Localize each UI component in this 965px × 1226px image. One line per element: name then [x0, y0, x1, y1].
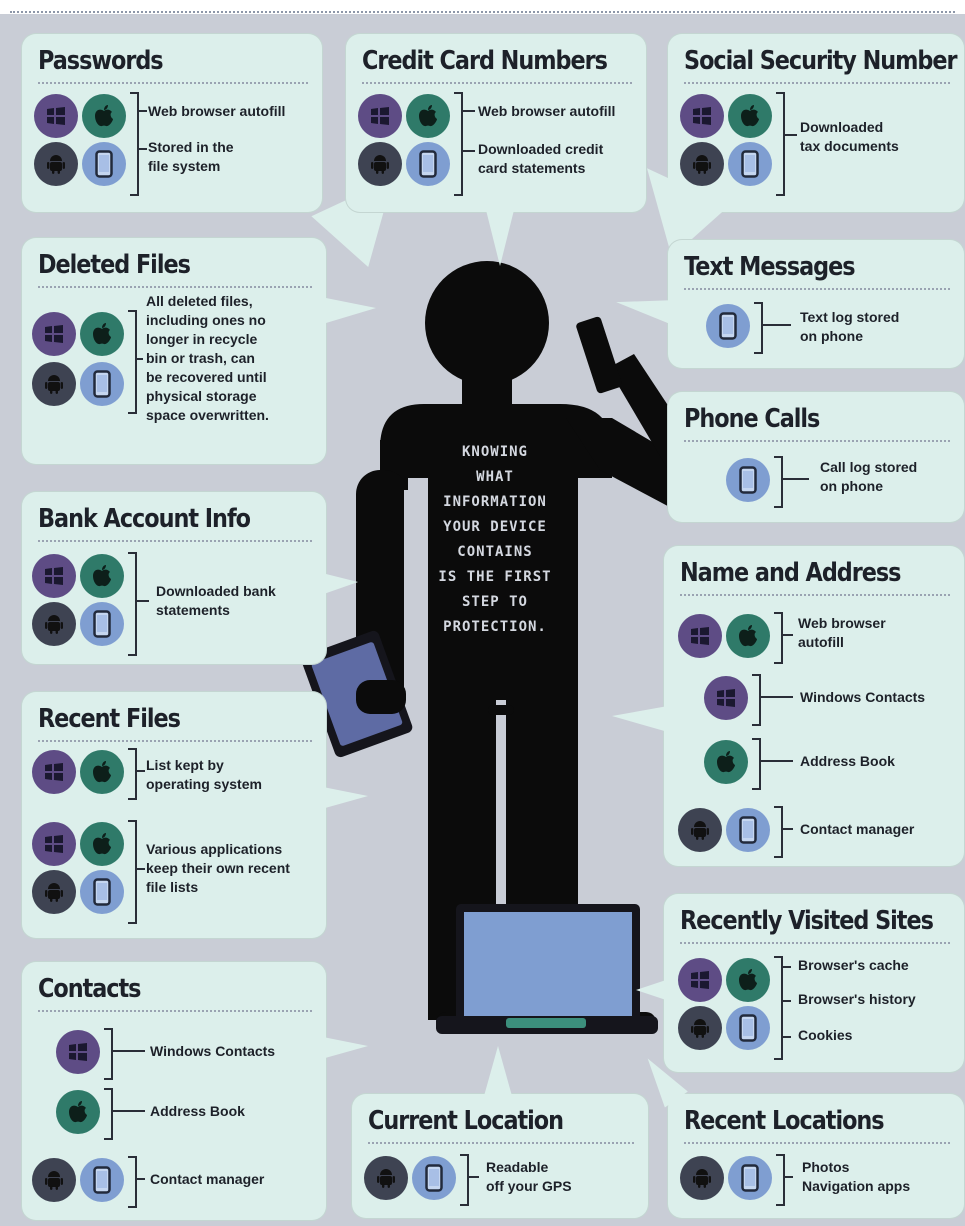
ios-phone-icon — [82, 142, 126, 186]
recent-sites-item: Cookies — [798, 1027, 853, 1043]
recent-sites-item: Browser's cache — [798, 957, 909, 973]
recent-sites-bubble: Recently Visited Sites Browser's cache B… — [636, 894, 964, 1072]
text-messages-bubble: Text Messages Text log stored on phone — [614, 240, 964, 368]
credit-card-item: Downloaded credit card statements — [478, 141, 604, 176]
windows-icon — [56, 1030, 100, 1074]
ios-phone-icon — [728, 142, 772, 186]
phone-calls-bubble: Phone Calls Call log stored on phone — [668, 392, 964, 522]
windows-icon — [32, 750, 76, 794]
ios-phone-icon — [80, 870, 124, 914]
windows-icon — [678, 614, 722, 658]
android-icon — [680, 142, 724, 186]
android-icon — [32, 870, 76, 914]
apple-icon — [80, 750, 124, 794]
deleted-files-bubble: Deleted Files All deleted files, includi… — [22, 238, 376, 464]
contacts-bubble: Contacts Windows Contacts Address Book C… — [22, 962, 368, 1220]
apple-icon — [80, 312, 124, 356]
android-icon — [32, 602, 76, 646]
apple-icon — [82, 94, 126, 138]
ios-phone-icon — [80, 602, 124, 646]
recent-files-title: Recent Files — [38, 704, 181, 734]
recent-files-item: Various applications keep their own rece… — [146, 841, 290, 895]
recent-locations-title: Recent Locations — [684, 1106, 885, 1136]
name-address-item: Contact manager — [800, 821, 915, 837]
ios-phone-icon — [706, 304, 750, 348]
name-address-item: Windows Contacts — [800, 689, 926, 705]
passwords-item: Stored in the file system — [148, 139, 234, 174]
text-messages-title: Text Messages — [684, 252, 856, 282]
recent-files-bubble: Recent Files List kept by operating syst… — [22, 692, 368, 938]
contacts-item: Address Book — [150, 1103, 245, 1119]
contacts-title: Contacts — [38, 974, 142, 1004]
recent-files-item: List kept by operating system — [146, 757, 262, 792]
current-location-title: Current Location — [368, 1106, 564, 1136]
deleted-files-title: Deleted Files — [38, 250, 191, 280]
apple-icon — [80, 554, 124, 598]
current-location-item: Readable off your GPS — [486, 1159, 572, 1194]
ios-phone-icon — [726, 1006, 770, 1050]
windows-icon — [680, 94, 724, 138]
laptop-device — [436, 904, 658, 1034]
passwords-title: Passwords — [38, 46, 164, 76]
android-icon — [358, 142, 402, 186]
windows-icon — [32, 822, 76, 866]
apple-icon — [726, 614, 770, 658]
bank-item: Downloaded bank statements — [156, 583, 276, 618]
windows-icon — [678, 958, 722, 1002]
android-icon — [364, 1156, 408, 1200]
ssn-title: Social Security Number — [684, 46, 958, 76]
apple-icon — [80, 822, 124, 866]
android-icon — [32, 1158, 76, 1202]
apple-icon — [406, 94, 450, 138]
apple-icon — [728, 94, 772, 138]
apple-icon — [726, 958, 770, 1002]
bank-title: Bank Account Info — [38, 504, 251, 534]
name-address-bubble: Name and Address Web browser autofill Wi… — [612, 546, 964, 866]
ssn-item: Downloaded tax documents — [800, 119, 899, 154]
phone-calls-title: Phone Calls — [684, 404, 820, 434]
recent-sites-item: Browser's history — [798, 991, 916, 1007]
recent-locations-bubble: Recent Locations Photos Navigation apps — [636, 1050, 964, 1218]
contacts-item: Contact manager — [150, 1171, 265, 1187]
recent-locations-item: Photos Navigation apps — [802, 1159, 911, 1194]
ios-phone-icon — [80, 1158, 124, 1202]
deleted-files-item: All deleted files, including ones no lon… — [146, 293, 269, 423]
phone-calls-item: Call log stored on phone — [820, 459, 918, 494]
windows-icon — [358, 94, 402, 138]
ios-phone-icon — [728, 1156, 772, 1200]
android-icon — [678, 808, 722, 852]
android-icon — [32, 362, 76, 406]
android-icon — [680, 1156, 724, 1200]
name-address-item: Web browser autofill — [798, 615, 886, 650]
text-messages-item: Text log stored on phone — [800, 309, 900, 344]
ios-phone-icon — [406, 142, 450, 186]
ios-phone-icon — [726, 808, 770, 852]
ssn-bubble: Social Security Number Downloaded tax do… — [617, 34, 964, 270]
recent-sites-title: Recently Visited Sites — [680, 906, 934, 936]
android-icon — [678, 1006, 722, 1050]
apple-icon — [56, 1090, 100, 1134]
android-icon — [34, 142, 78, 186]
name-address-item: Address Book — [800, 753, 895, 769]
windows-icon — [32, 554, 76, 598]
slogan-text: KNOWING WHAT INFORMATION YOUR DEVICE CON… — [438, 444, 552, 635]
windows-icon — [704, 676, 748, 720]
ios-phone-icon — [412, 1156, 456, 1200]
bank-bubble: Bank Account Info Downloaded bank statem… — [22, 492, 358, 664]
current-location-bubble: Current Location Readable off your GPS — [352, 1046, 648, 1218]
windows-icon — [32, 312, 76, 356]
credit-card-title: Credit Card Numbers — [362, 46, 608, 76]
credit-card-bubble: Credit Card Numbers Web browser autofill… — [346, 34, 646, 266]
windows-icon — [34, 94, 78, 138]
passwords-item: Web browser autofill — [148, 103, 286, 119]
ios-phone-icon — [80, 362, 124, 406]
name-address-title: Name and Address — [680, 558, 902, 588]
passwords-bubble: Passwords Web browser autofill Stored in… — [22, 34, 423, 280]
credit-card-item: Web browser autofill — [478, 103, 616, 119]
apple-icon — [704, 740, 748, 784]
contacts-item: Windows Contacts — [150, 1043, 276, 1059]
ios-phone-icon — [726, 458, 770, 502]
